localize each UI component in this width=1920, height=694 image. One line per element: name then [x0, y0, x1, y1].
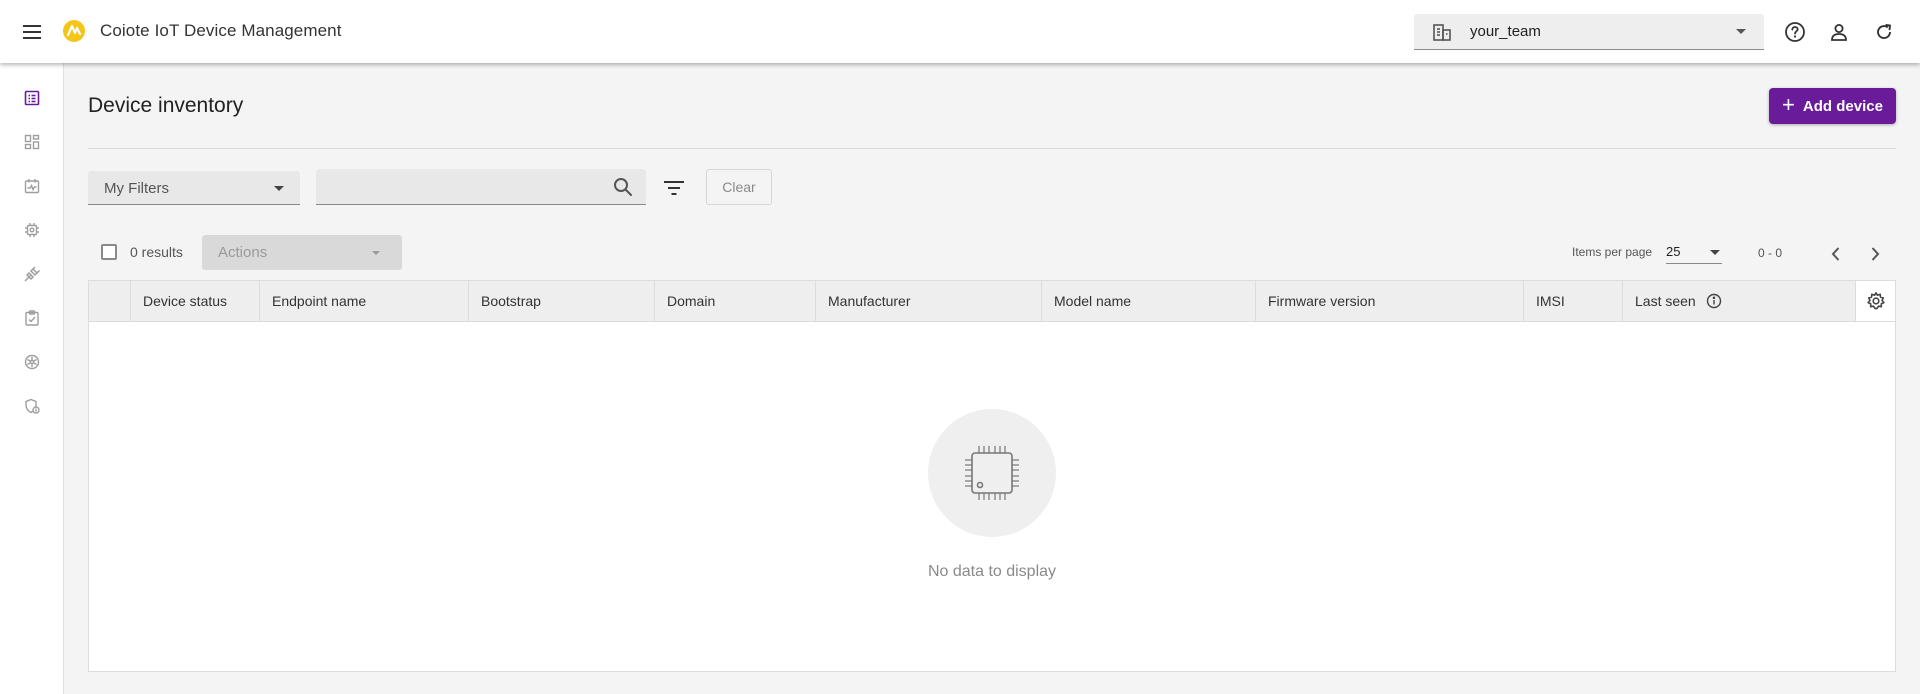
header-select-cell: [89, 281, 130, 321]
building-icon: [1432, 22, 1452, 47]
info-icon[interactable]: [1706, 293, 1722, 309]
sidebar: [0, 63, 64, 694]
sidebar-item-device-inventory[interactable]: [18, 84, 46, 112]
sidebar-item-settings[interactable]: [18, 348, 46, 376]
my-filters-select[interactable]: My Filters: [88, 171, 300, 205]
column-domain[interactable]: Domain: [654, 281, 815, 321]
device-table: Device status Endpoint name Bootstrap Do…: [88, 280, 1896, 672]
team-value: your_team: [1470, 23, 1541, 40]
settings-wheel-icon: [24, 354, 40, 370]
pagination-range: 0 - 0: [1758, 246, 1783, 260]
sidebar-item-dashboard[interactable]: [18, 128, 46, 156]
sidebar-item-integrations[interactable]: [18, 260, 46, 288]
actions-label: Actions: [218, 244, 268, 261]
column-imsi[interactable]: IMSI: [1523, 281, 1622, 321]
help-icon[interactable]: [1781, 18, 1809, 46]
chevron-down-icon: [372, 251, 380, 255]
integrations-icon: [24, 266, 41, 282]
previous-page-button[interactable]: [1822, 240, 1850, 268]
next-page-button[interactable]: [1861, 240, 1889, 268]
team-select[interactable]: your_team: [1414, 14, 1764, 50]
sidebar-item-security[interactable]: [18, 392, 46, 420]
column-settings-button[interactable]: [1855, 281, 1895, 321]
my-filters-label: My Filters: [104, 180, 169, 197]
select-all-checkbox[interactable]: [101, 244, 117, 260]
column-endpoint-name[interactable]: Endpoint name: [259, 281, 468, 321]
search-input[interactable]: [328, 175, 598, 199]
sidebar-item-tasks[interactable]: [18, 304, 46, 332]
items-per-page-select[interactable]: 25: [1666, 240, 1722, 264]
sidebar-item-hardware[interactable]: [18, 216, 46, 244]
column-last-seen[interactable]: Last seen: [1622, 281, 1855, 321]
column-model-name[interactable]: Model name: [1041, 281, 1255, 321]
chevron-down-icon: [274, 186, 284, 191]
gear-icon: [1866, 292, 1885, 310]
account-icon[interactable]: [1825, 18, 1853, 46]
divider: [88, 148, 1896, 149]
chevron-right-icon: [1871, 247, 1880, 261]
empty-state-illustration: [928, 409, 1056, 537]
clear-button[interactable]: Clear: [706, 169, 772, 205]
chip-icon: [965, 446, 1019, 500]
refresh-icon[interactable]: [1870, 18, 1898, 46]
items-per-page-label: Items per page: [1572, 245, 1653, 259]
device-inventory-icon: [24, 90, 40, 106]
plus-icon: +: [1782, 92, 1795, 117]
chip-icon: [25, 223, 39, 237]
app-title: Coiote IoT Device Management: [100, 21, 342, 40]
results-count: 0 results: [130, 244, 183, 260]
monitoring-icon: [24, 179, 40, 194]
search-icon[interactable]: [612, 176, 634, 203]
column-device-status[interactable]: Device status: [130, 281, 259, 321]
top-bar: Coiote IoT Device Management your_team: [0, 0, 1920, 63]
add-device-label: Add device: [1802, 97, 1883, 115]
coiote-logo-icon: [62, 19, 86, 43]
column-manufacturer[interactable]: Manufacturer: [815, 281, 1041, 321]
tasks-icon: [25, 310, 39, 326]
actions-select[interactable]: Actions: [202, 235, 402, 270]
security-icon: [25, 398, 40, 414]
column-last-seen-label: Last seen: [1635, 293, 1696, 309]
empty-state-text: No data to display: [927, 563, 1057, 580]
page-title: Device inventory: [88, 94, 244, 117]
menu-icon[interactable]: [18, 18, 46, 46]
filter-list-icon[interactable]: [660, 174, 688, 202]
add-device-button[interactable]: + Add device: [1769, 88, 1896, 124]
table-header: Device status Endpoint name Bootstrap Do…: [89, 281, 1895, 322]
search-field[interactable]: [316, 169, 646, 205]
chevron-left-icon: [1831, 247, 1840, 261]
column-firmware-version[interactable]: Firmware version: [1255, 281, 1523, 321]
items-per-page-value: 25: [1666, 244, 1681, 259]
chevron-down-icon: [1736, 29, 1746, 34]
chevron-down-icon: [1710, 250, 1720, 255]
dashboard-icon: [24, 134, 40, 150]
column-bootstrap[interactable]: Bootstrap: [468, 281, 654, 321]
sidebar-item-monitoring[interactable]: [18, 172, 46, 200]
